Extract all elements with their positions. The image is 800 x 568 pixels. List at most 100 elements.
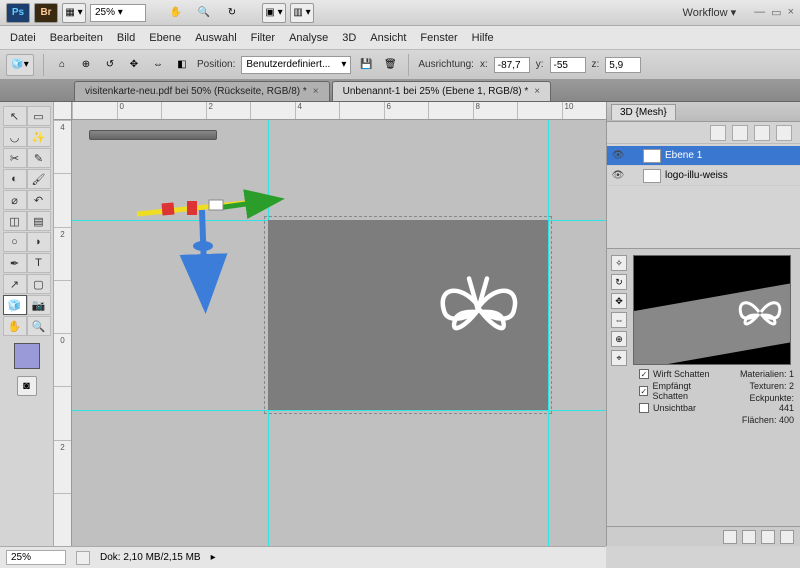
layer-row[interactable]: 👁 Ebene 1 bbox=[607, 146, 800, 166]
roll-icon[interactable]: ↺ bbox=[101, 56, 119, 74]
pv-tool-1[interactable]: ✧ bbox=[611, 255, 627, 271]
save-icon[interactable]: 💾 bbox=[357, 56, 375, 74]
footer-btn[interactable] bbox=[723, 530, 737, 544]
pv-tool-2[interactable]: ↻ bbox=[611, 274, 627, 290]
menu-ebene[interactable]: Ebene bbox=[149, 32, 181, 44]
br-icon[interactable]: Br bbox=[34, 3, 58, 23]
dodge-tool[interactable]: ◗ bbox=[27, 232, 51, 252]
shape-tool[interactable]: ▢ bbox=[27, 274, 51, 294]
ps-icon[interactable]: Ps bbox=[6, 3, 30, 23]
chk-wirft[interactable]: ✓ bbox=[639, 369, 649, 379]
status-zoom[interactable]: 25% bbox=[6, 550, 66, 565]
zoom-tool[interactable]: 🔍 bbox=[27, 316, 51, 336]
status-chevron-icon[interactable]: ▸ bbox=[211, 552, 216, 563]
artboard-tool[interactable]: ▭ bbox=[27, 106, 51, 126]
eyedropper-tool[interactable]: ✎ bbox=[27, 148, 51, 168]
footer-btn[interactable] bbox=[780, 530, 794, 544]
minimize-icon[interactable]: — bbox=[754, 6, 765, 19]
current-tool-icon[interactable]: 🧊▾ bbox=[6, 54, 34, 76]
position-field[interactable]: Benutzerdefiniert...▾ bbox=[241, 56, 351, 74]
menu-fenster[interactable]: Fenster bbox=[420, 32, 457, 44]
nav-left-icon[interactable] bbox=[76, 551, 90, 565]
x-input[interactable]: -87,7 bbox=[494, 57, 530, 73]
camera-tool[interactable]: 📷 bbox=[27, 295, 51, 315]
quickmask-icon[interactable]: ◙ bbox=[17, 376, 37, 396]
hand-tool[interactable]: ✋ bbox=[3, 316, 27, 336]
brush-tool[interactable]: 🖌 bbox=[27, 169, 51, 189]
tab-close-icon[interactable]: × bbox=[534, 86, 540, 97]
ruler-vertical[interactable]: 4202 bbox=[54, 120, 72, 546]
3d-slider[interactable] bbox=[89, 130, 217, 140]
tab-unbenannt[interactable]: Unbenannt-1 bei 25% (Ebene 1, RGB/8) * × bbox=[332, 81, 552, 101]
workflow-menu[interactable]: Workflow ▾ bbox=[679, 6, 741, 19]
pen-tool[interactable]: ✒ bbox=[3, 253, 27, 273]
wand-tool[interactable]: ✨ bbox=[27, 127, 51, 147]
artwork[interactable] bbox=[268, 220, 548, 410]
panel-tab-3d[interactable]: 3D {Mesh} bbox=[611, 104, 676, 120]
film-icon[interactable]: ▦ ▾ bbox=[62, 3, 86, 23]
visibility-icon[interactable]: 👁 bbox=[611, 149, 625, 163]
canvas-viewport[interactable] bbox=[72, 120, 606, 546]
menu-hilfe[interactable]: Hilfe bbox=[472, 32, 494, 44]
heal-tool[interactable]: ◐ bbox=[3, 169, 27, 189]
zoom-select[interactable]: 25% ▾ bbox=[90, 4, 146, 22]
tab-close-icon[interactable]: × bbox=[313, 86, 319, 97]
3d-gizmo[interactable] bbox=[117, 186, 287, 326]
stamp-tool[interactable]: ⌀ bbox=[3, 190, 27, 210]
menu-3d[interactable]: 3D bbox=[342, 32, 356, 44]
eraser-tool[interactable]: ◫ bbox=[3, 211, 27, 231]
filter-mesh-icon[interactable] bbox=[732, 125, 748, 141]
hand-icon[interactable]: ✋ bbox=[164, 3, 188, 23]
menu-filter[interactable]: Filter bbox=[251, 32, 275, 44]
crop-tool[interactable]: ✂ bbox=[3, 148, 27, 168]
z-input[interactable]: 5,9 bbox=[605, 57, 641, 73]
zoom-icon[interactable]: 🔍 bbox=[192, 3, 216, 23]
menu-analyse[interactable]: Analyse bbox=[289, 32, 328, 44]
menu-bearbeiten[interactable]: Bearbeiten bbox=[50, 32, 103, 44]
screen-mode-icon[interactable]: ▣ ▾ bbox=[262, 3, 286, 23]
cube-icon[interactable]: ◧ bbox=[173, 56, 191, 74]
move-tool[interactable]: ↖ bbox=[3, 106, 27, 126]
visibility-icon[interactable]: 👁 bbox=[611, 169, 625, 183]
pan-icon[interactable]: ✥ bbox=[125, 56, 143, 74]
tab-visitenkarte[interactable]: visitenkarte-neu.pdf bei 50% (Rückseite,… bbox=[74, 81, 330, 101]
arrange-icon[interactable]: ▥ ▾ bbox=[290, 3, 314, 23]
gradient-tool[interactable]: ▤ bbox=[27, 211, 51, 231]
chk-empfaengt[interactable]: ✓ bbox=[639, 386, 648, 396]
ruler-corner bbox=[54, 102, 72, 120]
filter-light-icon[interactable] bbox=[776, 125, 792, 141]
ruler-horizontal[interactable]: 0246810 bbox=[72, 102, 606, 120]
foreground-swatch[interactable] bbox=[14, 343, 40, 369]
y-label: y: bbox=[536, 59, 544, 70]
menu-bild[interactable]: Bild bbox=[117, 32, 135, 44]
3d-preview[interactable] bbox=[633, 255, 791, 365]
home-icon[interactable]: ⌂ bbox=[53, 56, 71, 74]
maximize-icon[interactable]: ▭ bbox=[771, 6, 781, 19]
pv-tool-4[interactable]: ⇔ bbox=[611, 312, 627, 328]
rotate-icon[interactable]: ↻ bbox=[220, 3, 244, 23]
orbit-icon[interactable]: ⊕ bbox=[77, 56, 95, 74]
lasso-tool[interactable]: ◡ bbox=[3, 127, 27, 147]
footer-btn[interactable] bbox=[742, 530, 756, 544]
history-tool[interactable]: ↶ bbox=[27, 190, 51, 210]
footer-btn[interactable] bbox=[761, 530, 775, 544]
menu-datei[interactable]: Datei bbox=[10, 32, 36, 44]
type-tool[interactable]: T bbox=[27, 253, 51, 273]
layer-row[interactable]: 👁 logo-illu-weiss bbox=[607, 166, 800, 186]
3d-tool[interactable]: 🧊 bbox=[3, 295, 27, 315]
document-tabs: visitenkarte-neu.pdf bei 50% (Rückseite,… bbox=[0, 80, 800, 102]
close-icon[interactable]: × bbox=[788, 6, 794, 19]
blur-tool[interactable]: ○ bbox=[3, 232, 27, 252]
chk-unsichtbar[interactable] bbox=[639, 403, 649, 413]
trash-icon[interactable]: 🗑 bbox=[381, 56, 399, 74]
filter-material-icon[interactable] bbox=[754, 125, 770, 141]
menu-ansicht[interactable]: Ansicht bbox=[370, 32, 406, 44]
pv-tool-6[interactable]: ⌖ bbox=[611, 350, 627, 366]
walk-icon[interactable]: ⇔ bbox=[149, 56, 167, 74]
filter-scene-icon[interactable] bbox=[710, 125, 726, 141]
pv-tool-5[interactable]: ⊕ bbox=[611, 331, 627, 347]
path-tool[interactable]: ↗ bbox=[3, 274, 27, 294]
menu-auswahl[interactable]: Auswahl bbox=[195, 32, 237, 44]
y-input[interactable]: -55 bbox=[550, 57, 586, 73]
pv-tool-3[interactable]: ✥ bbox=[611, 293, 627, 309]
